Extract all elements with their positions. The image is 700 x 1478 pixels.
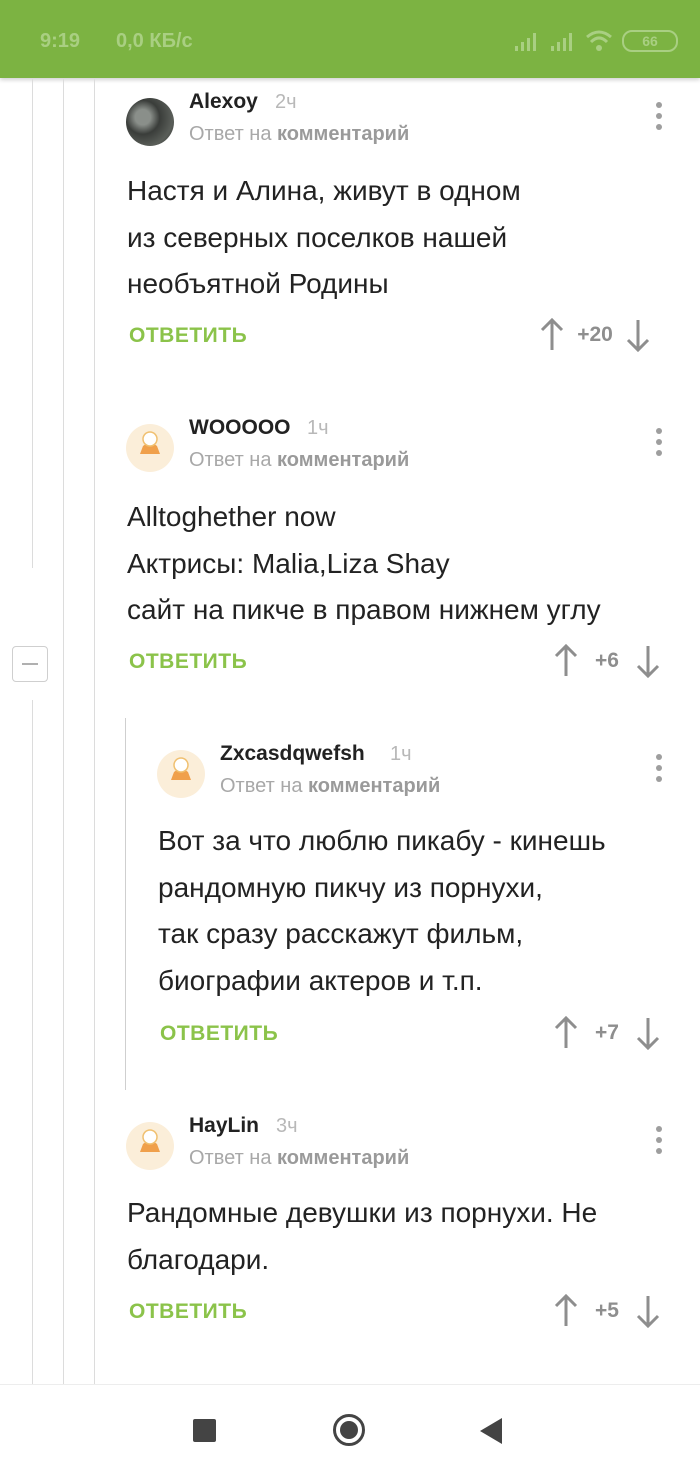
reply-button[interactable]: ОТВЕТИТЬ: [160, 1022, 278, 1046]
default-avatar[interactable]: [126, 424, 174, 472]
comment: WOOOOO 1ч Ответ на комментарий Alltoghet…: [0, 404, 700, 704]
status-time: 9:19: [40, 30, 81, 52]
nav-home-icon[interactable]: [333, 1414, 365, 1446]
photo-avatar[interactable]: [126, 98, 174, 146]
nav-back-icon[interactable]: [480, 1418, 502, 1444]
reply-to: Ответ на комментарий: [189, 123, 410, 145]
arrow-down-icon[interactable]: [636, 1294, 660, 1328]
comment-time: 2ч: [275, 91, 297, 113]
reply-target-link[interactable]: комментарий: [277, 1147, 409, 1169]
comment-text: Alltoghether now Актрисы: Malia,Liza Sha…: [127, 501, 601, 625]
more-vert-icon[interactable]: [654, 428, 664, 460]
comment-time: 3ч: [276, 1115, 298, 1137]
more-vert-icon[interactable]: [654, 1126, 664, 1158]
reply-button[interactable]: ОТВЕТИТЬ: [129, 324, 247, 348]
vote-score: +20: [577, 323, 613, 346]
arrow-up-icon[interactable]: [554, 1294, 578, 1328]
comment-text: Рандомные девушки из порнухи. Не благода…: [127, 1197, 598, 1275]
signal-icon: [551, 33, 572, 51]
navigation-bar: [0, 1384, 700, 1478]
comment-username[interactable]: Alexoy: [189, 90, 258, 114]
arrow-down-icon[interactable]: [636, 644, 660, 678]
arrow-up-icon[interactable]: [554, 1016, 578, 1050]
more-vert-icon[interactable]: [654, 102, 664, 134]
reply-target-link[interactable]: комментарий: [277, 449, 409, 471]
signal-icon: [515, 33, 536, 51]
vote-controls: +5: [554, 1294, 660, 1328]
reply-target-link[interactable]: комментарий: [308, 775, 440, 797]
reply-to: Ответ на комментарий: [189, 449, 410, 471]
comment-text: Вот за что люблю пикабу - кинешь рандомн…: [158, 825, 606, 996]
reply-target-link[interactable]: комментарий: [277, 123, 409, 145]
battery-icon: 66: [622, 30, 678, 52]
vote-controls: +6: [554, 644, 660, 678]
more-vert-icon[interactable]: [654, 754, 664, 786]
comment: HayLin 3ч Ответ на комментарий Рандомные…: [0, 1102, 700, 1382]
comment-thread[interactable]: Alexoy 2ч Ответ на комментарий Настя и А…: [0, 78, 700, 1384]
comment-text: Настя и Алина, живут в одном из северных…: [127, 175, 521, 299]
vote-score: +7: [595, 1021, 619, 1044]
comment: Zxcasdqwefsh 1ч Ответ на комментарий Вот…: [0, 730, 700, 1090]
comment-username[interactable]: HayLin: [189, 1114, 259, 1138]
default-avatar[interactable]: [126, 1122, 174, 1170]
vote-score: +6: [595, 649, 619, 672]
vote-controls: +20: [540, 318, 650, 352]
comment-username[interactable]: WOOOOO: [189, 416, 291, 440]
comment-username[interactable]: Zxcasdqwefsh: [220, 742, 365, 766]
comment: Alexoy 2ч Ответ на комментарий Настя и А…: [0, 78, 700, 378]
arrow-up-icon[interactable]: [554, 644, 578, 678]
nav-recents-icon[interactable]: [193, 1419, 216, 1442]
vote-controls: +7: [554, 1016, 660, 1050]
reply-to: Ответ на комментарий: [220, 775, 441, 797]
status-net-speed: 0,0 КБ/с: [116, 30, 193, 52]
comment-time: 1ч: [390, 743, 412, 765]
status-bar: 9:19 0,0 КБ/с 66: [0, 0, 700, 78]
comment-time: 1ч: [307, 417, 329, 439]
vote-score: +5: [595, 1299, 619, 1322]
status-icons: 66: [514, 28, 678, 54]
reply-button[interactable]: ОТВЕТИТЬ: [129, 1300, 247, 1324]
wifi-icon: [586, 30, 612, 51]
arrow-down-icon[interactable]: [626, 318, 650, 352]
reply-button[interactable]: ОТВЕТИТЬ: [129, 650, 247, 674]
default-avatar[interactable]: [157, 750, 205, 798]
arrow-up-icon[interactable]: [540, 318, 564, 352]
arrow-down-icon[interactable]: [636, 1016, 660, 1050]
reply-to: Ответ на комментарий: [189, 1147, 410, 1169]
